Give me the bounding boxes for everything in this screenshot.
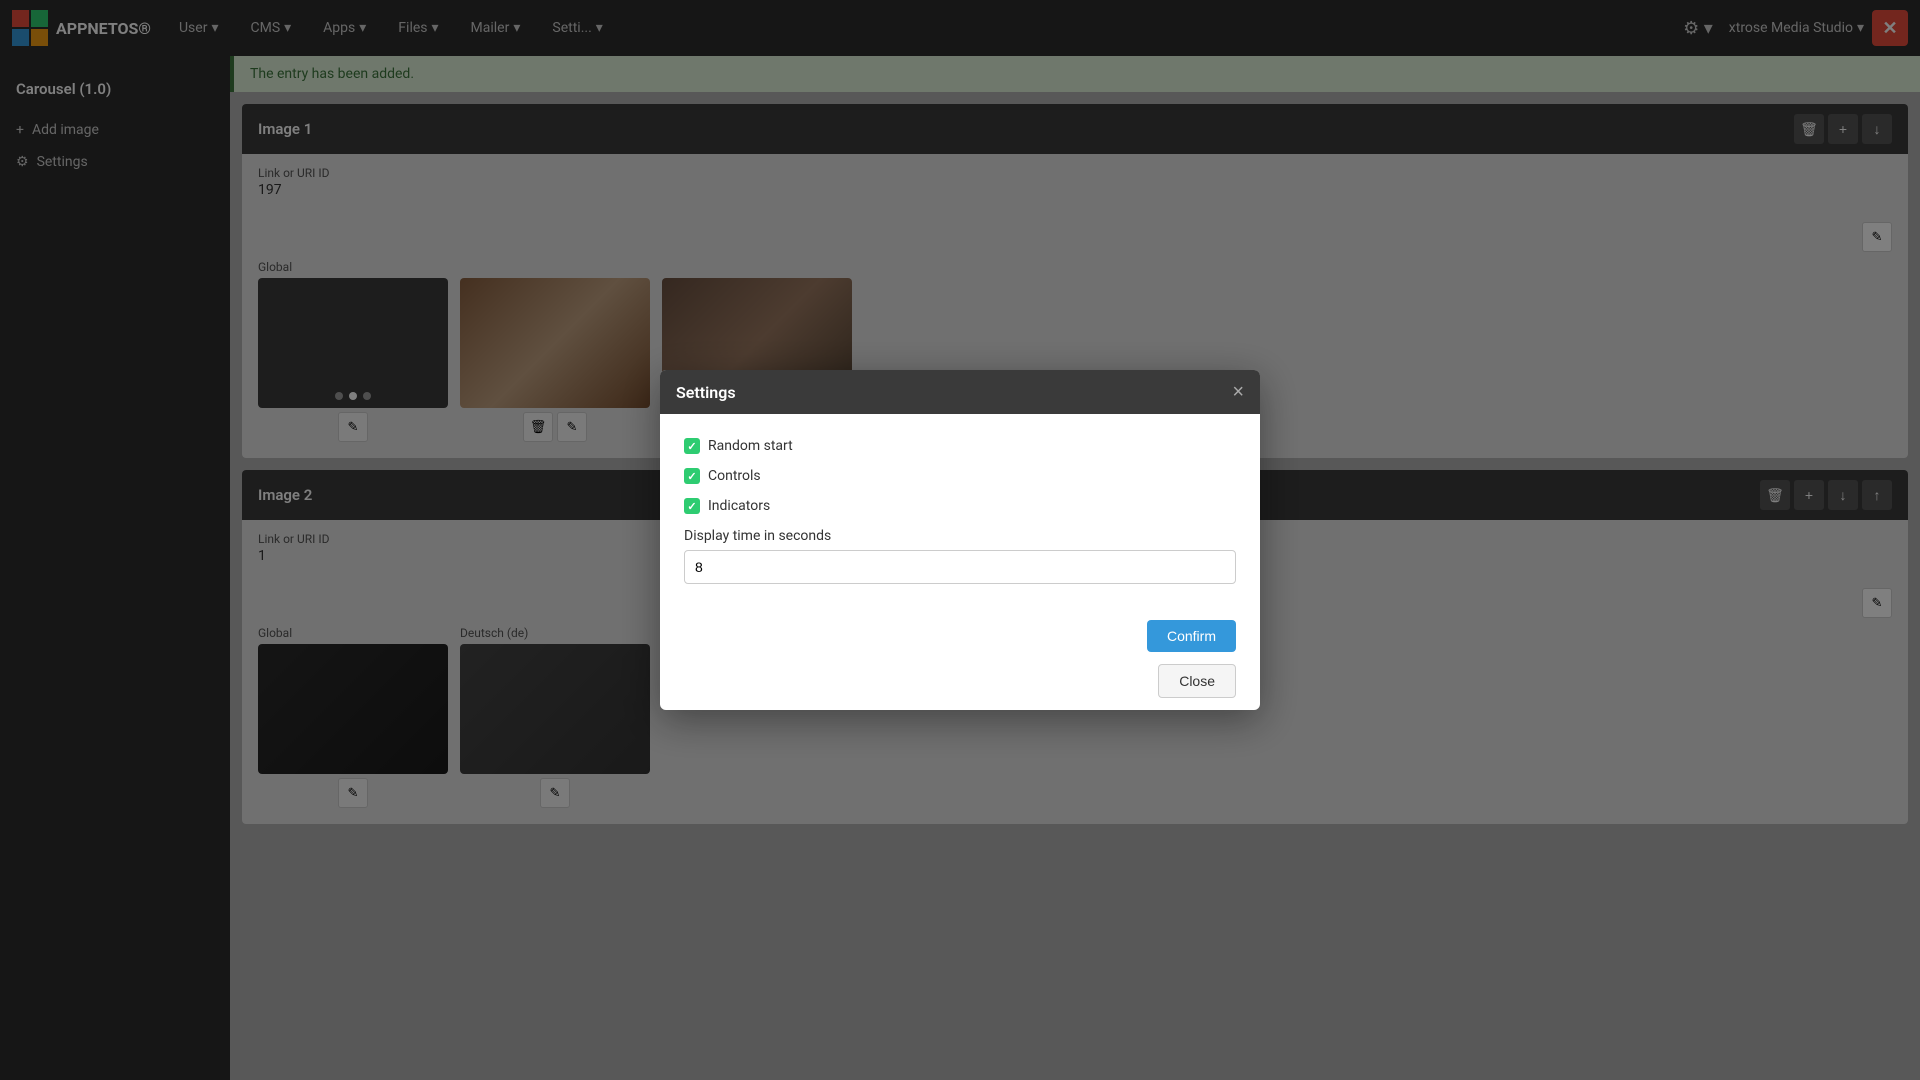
display-time-label: Display time in seconds: [684, 528, 1236, 544]
checkbox-controls[interactable]: [684, 468, 700, 484]
confirm-button[interactable]: Confirm: [1147, 620, 1236, 652]
checkbox-indicators[interactable]: [684, 498, 700, 514]
checkbox-controls-row: Controls: [684, 468, 1236, 484]
checkbox-indicators-row: Indicators: [684, 498, 1236, 514]
checkbox-random-start-row: Random start: [684, 438, 1236, 454]
modal-close-button[interactable]: ×: [1232, 382, 1244, 402]
settings-modal: Settings × Random start Controls Indicat…: [660, 370, 1260, 710]
display-time-section: Display time in seconds: [684, 528, 1236, 584]
modal-header: Settings ×: [660, 370, 1260, 414]
modal-title: Settings: [676, 383, 736, 402]
modal-body: Random start Controls Indicators Display…: [660, 414, 1260, 608]
modal-overlay[interactable]: Settings × Random start Controls Indicat…: [0, 0, 1920, 1080]
checkbox-indicators-label: Indicators: [708, 498, 770, 514]
checkbox-controls-label: Controls: [708, 468, 761, 484]
modal-footer: Close: [660, 652, 1260, 710]
checkbox-random-start[interactable]: [684, 438, 700, 454]
display-time-input[interactable]: [684, 550, 1236, 584]
close-button[interactable]: Close: [1158, 664, 1236, 698]
checkbox-random-start-label: Random start: [708, 438, 793, 454]
modal-confirm-row: Confirm: [660, 608, 1260, 652]
